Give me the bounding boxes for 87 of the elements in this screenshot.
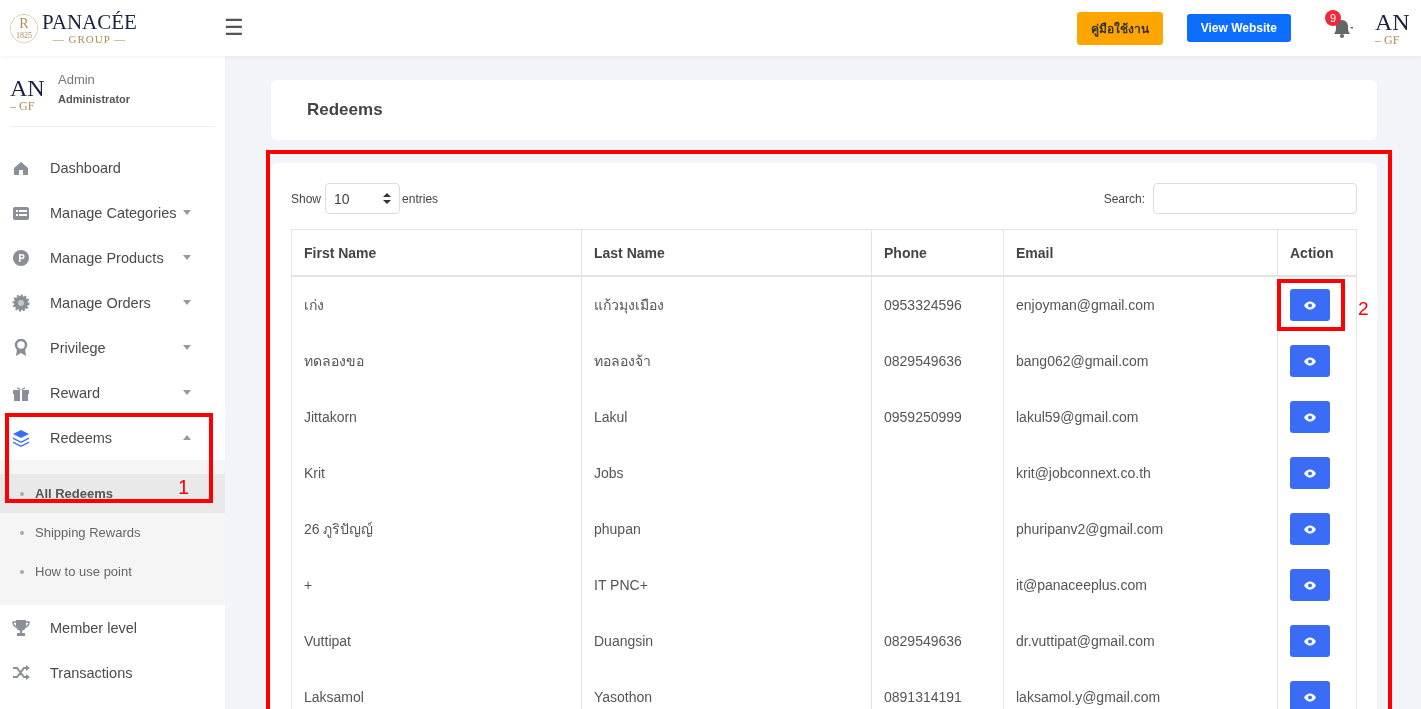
view-button[interactable] bbox=[1290, 289, 1330, 321]
search-label: Search: bbox=[1103, 191, 1145, 206]
table-cell: Jobs bbox=[594, 465, 624, 481]
view-button[interactable] bbox=[1290, 513, 1330, 545]
page-size-select[interactable]: 10 bbox=[325, 183, 401, 214]
sidebar-item[interactable]: Manage Categories bbox=[0, 190, 225, 235]
sidebar-item[interactable]: Manage Orders bbox=[0, 280, 225, 325]
table-cell: 0959250999 bbox=[884, 409, 962, 425]
table-cell: Duangsin bbox=[594, 633, 654, 649]
sidebar-item[interactable]: Member level bbox=[0, 605, 225, 650]
entries-label: entries bbox=[402, 191, 439, 206]
view-button[interactable] bbox=[1290, 569, 1330, 601]
table-cell: 0891314191 bbox=[884, 689, 962, 705]
eye-icon bbox=[1304, 692, 1316, 702]
brand-name: PANACÉE bbox=[42, 11, 137, 33]
table-cell: lakul59@gmail.com bbox=[1016, 409, 1139, 425]
table-cell: phupan bbox=[594, 521, 641, 537]
view-button[interactable] bbox=[1290, 625, 1330, 657]
table-cell: enjoyman@gmail.com bbox=[1016, 297, 1155, 313]
view-website-button[interactable]: View Website bbox=[1186, 14, 1291, 42]
annotation-number: 2 bbox=[1358, 298, 1369, 320]
sidebar-item[interactable]: Transactions bbox=[0, 650, 225, 695]
search-field[interactable] bbox=[1153, 183, 1357, 214]
table-cell: Laksamol bbox=[304, 689, 364, 705]
table-cell: phuripanv2@gmail.com bbox=[1016, 521, 1164, 537]
sidebar-item[interactable]: Privilege bbox=[0, 325, 225, 370]
eye-icon bbox=[1304, 356, 1316, 366]
table-cell: 0829549636 bbox=[884, 353, 962, 369]
avatar-logo: AN – GF bbox=[1375, 10, 1411, 46]
column-header[interactable]: Action bbox=[1277, 229, 1357, 276]
eye-icon bbox=[1304, 636, 1316, 646]
brand-tagline: — GROUP — bbox=[52, 32, 127, 45]
table-cell: ทอลองจ้า bbox=[594, 353, 651, 369]
sort-arrows-icon bbox=[383, 193, 392, 204]
eye-icon bbox=[1304, 412, 1316, 422]
table-cell: Lakul bbox=[594, 409, 628, 425]
submenu-item[interactable]: Shipping Rewards bbox=[0, 513, 225, 552]
view-button[interactable] bbox=[1290, 457, 1330, 489]
table-cell: 26 ภูริปัญญ์ bbox=[304, 521, 374, 537]
column-header[interactable]: Email bbox=[1003, 229, 1278, 276]
trophy-icon bbox=[12, 618, 30, 637]
award-icon bbox=[12, 338, 30, 357]
avatar-logo: AN – GF bbox=[10, 76, 46, 112]
table-cell: ทดลองขอ bbox=[304, 353, 364, 369]
sidebar-item[interactable]: Dashboard bbox=[0, 145, 225, 190]
menu-icon[interactable]: ☰ bbox=[224, 15, 244, 41]
table-cell: Vuttipat bbox=[304, 633, 351, 649]
annotation-number: 1 bbox=[178, 476, 190, 499]
table-cell: แก้วมุงเมือง bbox=[594, 297, 664, 313]
table-cell: Krit bbox=[304, 465, 325, 481]
eye-icon bbox=[1304, 300, 1316, 310]
table-cell: Jittakorn bbox=[304, 409, 357, 425]
table-cell: krit@jobconnext.co.th bbox=[1016, 465, 1151, 481]
view-button[interactable] bbox=[1290, 401, 1330, 433]
table-cell: dr.vuttipat@gmail.com bbox=[1016, 633, 1155, 649]
gear-icon bbox=[12, 293, 30, 312]
user-name: Admin bbox=[58, 72, 96, 87]
eye-icon bbox=[1304, 524, 1316, 534]
sidebar-item[interactable]: Manage Products bbox=[0, 235, 225, 280]
shuffle-icon bbox=[12, 663, 30, 682]
table-cell: 0829549636 bbox=[884, 633, 962, 649]
eye-icon bbox=[1304, 468, 1316, 478]
eye-icon bbox=[1304, 580, 1316, 590]
table-cell: เก่ง bbox=[304, 297, 324, 313]
table-cell: bang062@gmail.com bbox=[1016, 353, 1149, 369]
layers-icon bbox=[12, 428, 30, 447]
view-button[interactable] bbox=[1290, 681, 1330, 709]
table-cell: IT PNC+ bbox=[594, 577, 648, 593]
notification-badge: 9 bbox=[1325, 10, 1341, 26]
view-button[interactable] bbox=[1290, 345, 1330, 377]
submenu-item[interactable]: How to use point bbox=[0, 552, 225, 591]
table-cell: + bbox=[304, 577, 313, 593]
column-header[interactable]: First Name bbox=[291, 229, 582, 276]
page-title: Redeems bbox=[271, 80, 1377, 140]
brand-logo[interactable]: R 1825 PANACÉE — GROUP — bbox=[10, 11, 200, 45]
column-header[interactable]: Phone bbox=[871, 229, 1004, 276]
table-cell: it@panaceeplus.com bbox=[1016, 577, 1147, 593]
sidebar-item[interactable]: Redeems bbox=[0, 415, 225, 460]
sidebar-item[interactable]: Reward bbox=[0, 370, 225, 415]
user-role: Administrator bbox=[58, 93, 131, 105]
table-cell: Yasothon bbox=[594, 689, 653, 705]
manual-button[interactable]: คู่มือใช้งาน bbox=[1076, 11, 1163, 45]
table-cell: laksamol.y@gmail.com bbox=[1016, 689, 1161, 705]
column-header[interactable]: Last Name bbox=[581, 229, 872, 276]
show-label: Show bbox=[291, 191, 322, 206]
table-cell: 0953324596 bbox=[884, 297, 962, 313]
coin-icon bbox=[12, 248, 30, 267]
